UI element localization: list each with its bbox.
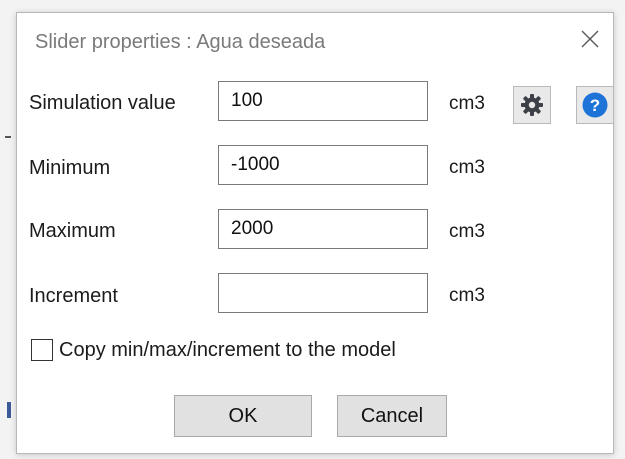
maximum-label: Maximum xyxy=(29,220,116,242)
help-icon: ? xyxy=(582,92,608,118)
help-button[interactable]: ? xyxy=(576,86,614,124)
cancel-button[interactable]: Cancel xyxy=(337,395,447,437)
increment-label: Increment xyxy=(29,285,118,307)
background-divider xyxy=(5,136,11,138)
simulation-value-input[interactable] xyxy=(218,81,428,121)
copy-to-model-label: Copy min/max/increment to the model xyxy=(59,338,396,361)
maximum-input[interactable] xyxy=(218,209,428,249)
simulation-value-label: Simulation value xyxy=(29,92,176,114)
settings-button[interactable] xyxy=(513,86,551,124)
simulation-value-unit: cm3 xyxy=(449,93,485,114)
copy-to-model-option[interactable]: Copy min/max/increment to the model xyxy=(31,337,396,363)
close-button[interactable] xyxy=(567,19,613,59)
minimum-label: Minimum xyxy=(29,157,111,179)
slider-properties-dialog: Slider properties : Agua deseada Simulat… xyxy=(16,12,614,454)
title-bar: Slider properties : Agua deseada xyxy=(17,13,613,71)
increment-unit: cm3 xyxy=(449,285,485,306)
ok-button[interactable]: OK xyxy=(174,395,312,437)
help-glyph: ? xyxy=(590,96,600,115)
maximum-unit: cm3 xyxy=(449,221,485,242)
minimum-input[interactable] xyxy=(218,145,428,185)
minimum-unit: cm3 xyxy=(449,157,485,178)
copy-to-model-checkbox[interactable] xyxy=(31,339,53,361)
close-icon xyxy=(581,30,599,48)
background-mark xyxy=(7,402,11,418)
increment-input[interactable] xyxy=(218,273,428,313)
gear-icon xyxy=(521,94,543,116)
dialog-title: Slider properties : Agua deseada xyxy=(35,31,326,53)
